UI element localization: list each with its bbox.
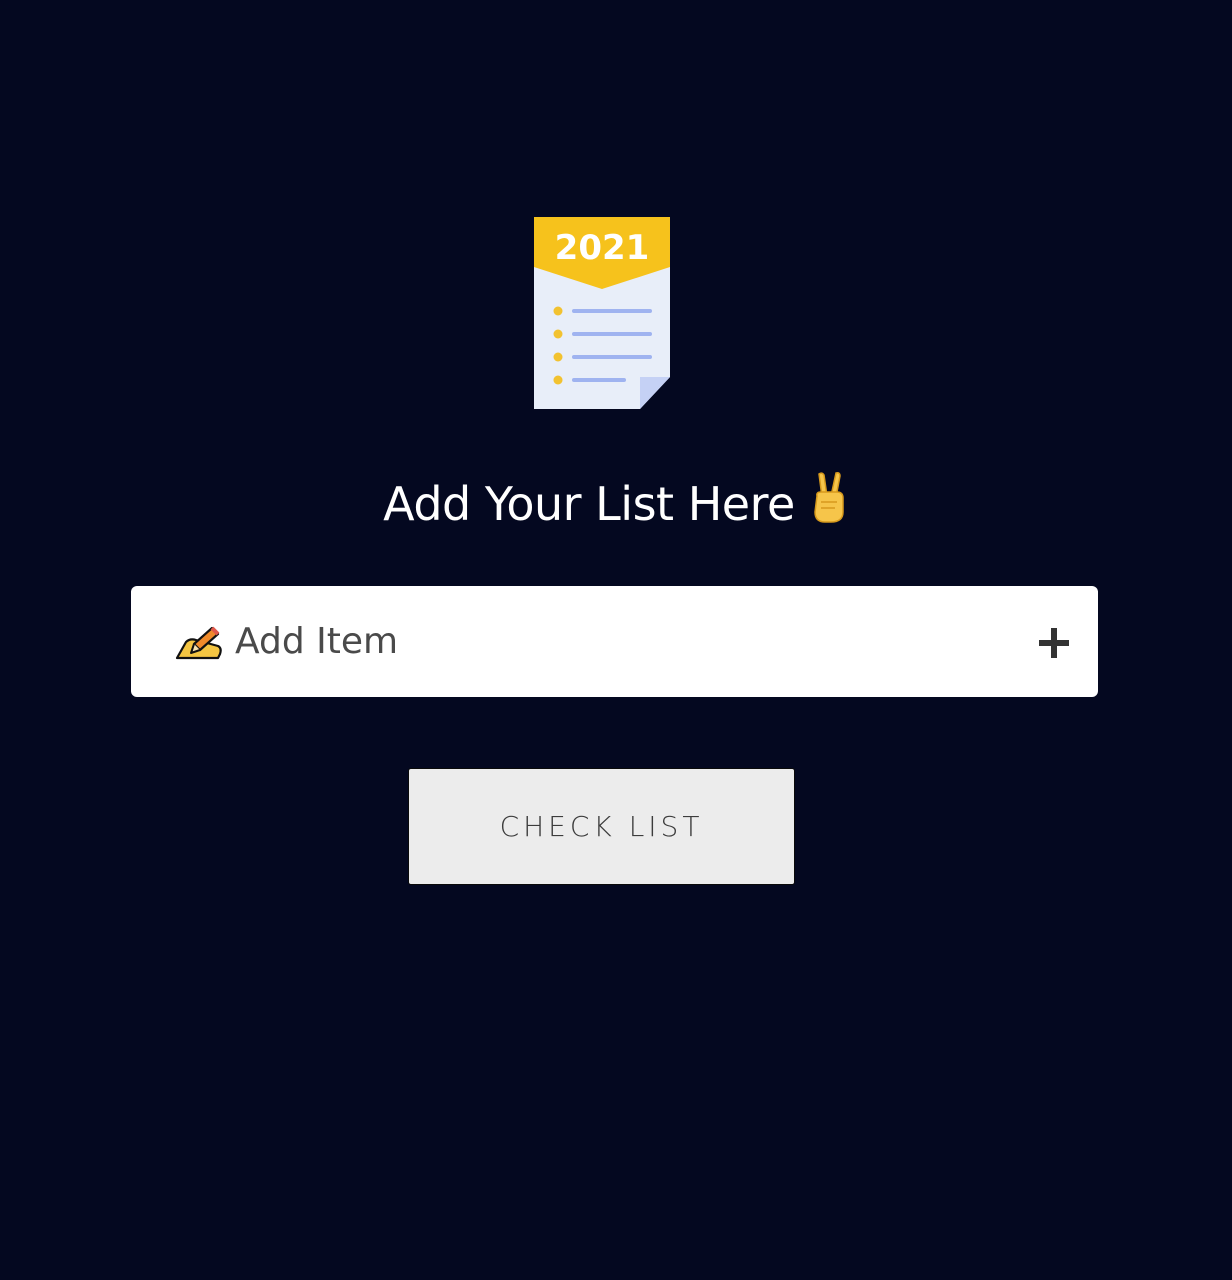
logo-year: 2021	[555, 228, 650, 268]
check-list-button[interactable]: CHECK LIST	[409, 769, 794, 884]
add-item-input[interactable]	[235, 608, 995, 674]
writing-hand-icon	[174, 624, 224, 660]
add-item-field	[131, 586, 1098, 697]
heading-text: Add Your List Here	[383, 477, 795, 531]
plus-icon[interactable]	[1037, 626, 1071, 660]
victory-hand-icon	[809, 470, 849, 546]
page-heading: Add Your List Here	[0, 468, 1232, 546]
checklist-document-icon: 2021	[532, 215, 672, 411]
